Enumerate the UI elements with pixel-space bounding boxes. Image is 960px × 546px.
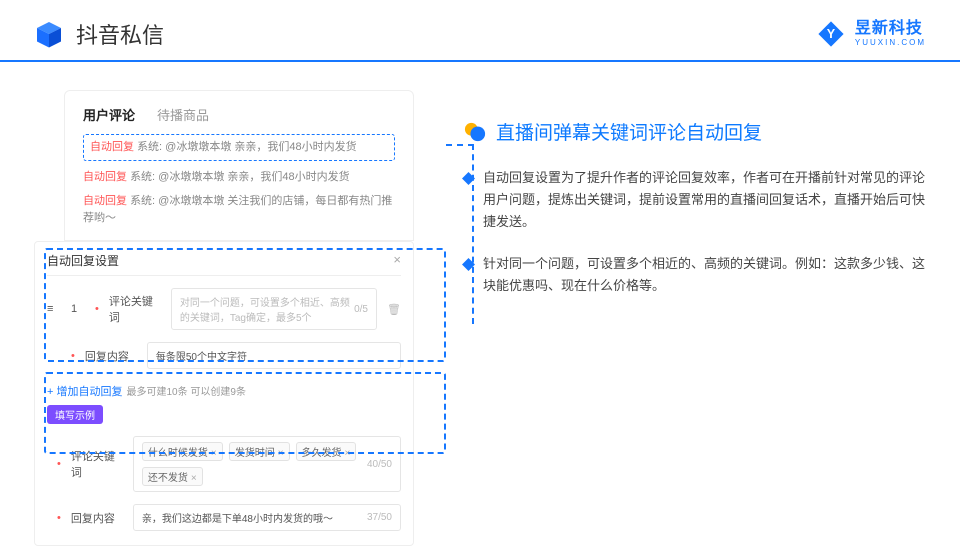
keyword-label: 评论关键词 — [109, 293, 161, 325]
chip-remove-icon[interactable]: × — [345, 448, 351, 459]
auto-reply-settings-panel: 自动回复设置 × ≡ 1 • 评论关键词 对同一个问题，可设置多个相近、高频的关… — [34, 241, 414, 546]
cube-icon — [34, 19, 64, 49]
brand-name-en: YUUXIN.COM — [855, 39, 926, 47]
keyword-row: ≡ 1 • 评论关键词 对同一个问题，可设置多个相近、高频的关键词，Tag确定，… — [47, 288, 401, 330]
row-handle-icon[interactable]: ≡ — [47, 303, 61, 315]
content-input[interactable]: 每条限50个中文字符 — [147, 342, 401, 369]
chip-remove-icon[interactable]: × — [211, 448, 217, 459]
ex-content-input[interactable]: 亲，我们这边都是下单48小时内发货的哦～ 37/50 — [133, 504, 401, 531]
chip[interactable]: 什么时候发货× — [142, 442, 223, 461]
page-title: 抖音私信 — [76, 18, 164, 50]
content-placeholder: 每条限50个中文字符 — [156, 348, 247, 363]
tab-pending-products[interactable]: 待播商品 — [157, 105, 209, 124]
reply-row: 自动回复 系统: @冰墩墩本墩 关注我们的店铺，每日都有热门推荐哟～ — [83, 193, 395, 226]
brand: Y 昱新科技 YUUXIN.COM — [817, 20, 926, 48]
auto-reply-tag: 自动回复 — [90, 141, 134, 153]
reply-row: 自动回复 系统: @冰墩墩本墩 亲亲，我们48小时内发货 — [83, 169, 395, 186]
close-icon[interactable]: × — [393, 252, 401, 269]
required-dot: • — [57, 458, 61, 470]
chip[interactable]: 多久发货× — [296, 442, 357, 461]
required-dot: • — [57, 512, 61, 524]
example-badge: 填写示例 — [47, 405, 103, 424]
ex-content-value: 亲，我们这边都是下单48小时内发货的哦～ — [142, 510, 333, 525]
ex-keyword-input[interactable]: 什么时候发货× 发货时间× 多久发货× 还不发货× 40/50 — [133, 436, 401, 492]
chat-bubble-icon — [464, 121, 486, 143]
header-left: 抖音私信 — [34, 18, 164, 50]
ex-keyword-label: 评论关键词 — [71, 448, 123, 480]
brand-name-cn: 昱新科技 — [855, 21, 926, 37]
tabs: 用户评论 待播商品 — [83, 105, 395, 124]
content: 用户评论 待播商品 自动回复 系统: @冰墩墩本墩 亲亲，我们48小时内发货 自… — [0, 62, 960, 546]
auto-reply-tag: 自动回复 — [83, 171, 127, 183]
row-index: 1 — [71, 303, 85, 315]
keyword-input[interactable]: 对同一个问题，可设置多个相近、高频的关键词，Tag确定，最多5个 0/5 — [171, 288, 377, 330]
left-column: 用户评论 待播商品 自动回复 系统: @冰墩墩本墩 亲亲，我们48小时内发货 自… — [34, 90, 414, 546]
right-column: 直播间弹幕关键词评论自动回复 自动回复设置为了提升作者的评论回复效率，作者可在开… — [464, 90, 926, 546]
brand-icon: Y — [817, 20, 845, 48]
required-dot: • — [71, 350, 75, 362]
bullet-list: 自动回复设置为了提升作者的评论回复效率，作者可在开播前针对常见的评论用户问题，提… — [464, 167, 926, 297]
svg-text:Y: Y — [827, 27, 836, 41]
example-content-row: • 回复内容 亲，我们这边都是下单48小时内发货的哦～ 37/50 — [47, 504, 401, 531]
required-dot: • — [95, 303, 99, 315]
tab-user-comments[interactable]: 用户评论 — [83, 105, 135, 124]
panel-title: 自动回复设置 — [47, 252, 119, 269]
trash-icon[interactable]: 🗑 — [387, 303, 401, 316]
header: 抖音私信 Y 昱新科技 YUUXIN.COM — [0, 0, 960, 60]
reply-text: 系统: @冰墩墩本墩 关注我们的店铺，每日都有热门推荐哟～ — [83, 195, 392, 224]
keyword-counter: 0/5 — [354, 304, 368, 315]
chip-remove-icon[interactable]: × — [191, 473, 197, 484]
chip[interactable]: 还不发货× — [142, 467, 203, 486]
reply-text: 系统: @冰墩墩本墩 亲亲，我们48小时内发货 — [130, 171, 350, 183]
keyword-placeholder: 对同一个问题，可设置多个相近、高频的关键词，Tag确定，最多5个 — [180, 294, 354, 324]
section-title: 直播间弹幕关键词评论自动回复 — [464, 118, 926, 145]
add-hint: 最多可建10条 可以创建9条 — [126, 387, 245, 398]
comments-panel: 用户评论 待播商品 自动回复 系统: @冰墩墩本墩 亲亲，我们48小时内发货 自… — [64, 90, 414, 241]
reply-text: 系统: @冰墩墩本墩 亲亲，我们48小时内发货 — [137, 141, 357, 153]
chip-remove-icon[interactable]: × — [278, 448, 284, 459]
ex-content-counter: 37/50 — [367, 512, 392, 523]
connector-line-icon — [446, 144, 474, 324]
add-auto-reply-link[interactable]: + 增加自动回复最多可建10条 可以创建9条 — [47, 383, 401, 399]
reply-row: 自动回复 系统: @冰墩墩本墩 亲亲，我们48小时内发货 — [83, 134, 395, 161]
content-row: • 回复内容 每条限50个中文字符 — [47, 342, 401, 369]
list-item: 针对同一个问题，可设置多个相近的、高频的关键词。例如：这款多少钱、这块能优惠吗、… — [464, 253, 926, 297]
example-keyword-row: • 评论关键词 什么时候发货× 发货时间× 多久发货× 还不发货× 40/50 — [47, 436, 401, 492]
ex-content-label: 回复内容 — [71, 510, 123, 526]
ex-keyword-counter: 40/50 — [367, 459, 392, 470]
list-item: 自动回复设置为了提升作者的评论回复效率，作者可在开播前针对常见的评论用户问题，提… — [464, 167, 926, 233]
chip[interactable]: 发货时间× — [229, 442, 290, 461]
auto-reply-tag: 自动回复 — [83, 195, 127, 207]
content-label: 回复内容 — [85, 348, 137, 364]
